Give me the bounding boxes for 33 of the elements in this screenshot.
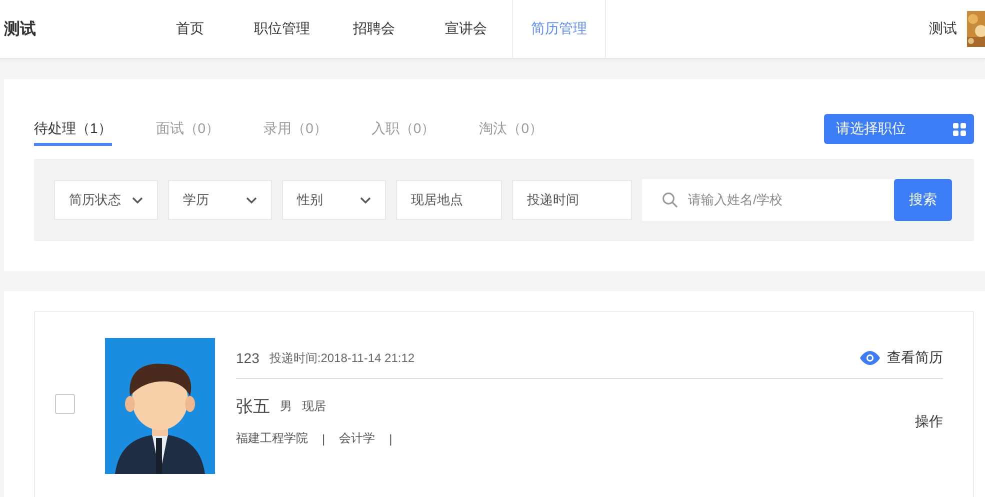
filter-field[interactable]: 现居地点 <box>396 180 502 220</box>
filter-dropdown[interactable]: 学历 <box>168 180 272 220</box>
chevron-down-icon <box>132 196 143 204</box>
chevron-down-icon <box>246 196 257 204</box>
user-name: 测试 <box>929 20 957 38</box>
tab[interactable]: 待处理（1） <box>34 112 112 146</box>
search-button[interactable]: 搜索 <box>894 179 952 221</box>
separator: | <box>322 432 326 446</box>
eye-icon <box>859 351 881 365</box>
chevron-down-icon <box>360 196 371 204</box>
filter-dropdown[interactable]: 性别 <box>282 180 386 220</box>
grid-icon <box>953 122 966 136</box>
checkbox[interactable] <box>55 394 75 414</box>
education-detail: 会计学 <box>339 430 376 447</box>
nav-item[interactable]: 职位管理 <box>236 0 328 58</box>
logo: 测试 <box>3 20 37 40</box>
candidate-name: 张五 <box>236 396 270 418</box>
gender: 男 <box>280 398 292 415</box>
nav-item[interactable]: 招聘会 <box>328 0 420 58</box>
search-field[interactable]: 请输入姓名/学校 <box>642 179 894 221</box>
nav-item[interactable]: 首页 <box>144 0 236 58</box>
education-detail: 福建工程学院 <box>236 430 308 447</box>
search-icon <box>662 192 678 208</box>
residence: 现居 <box>302 398 326 415</box>
submit-time: 投递时间:2018-11-14 21:12 <box>269 350 415 366</box>
resume-id: 123 <box>236 350 260 366</box>
nav-item[interactable]: 宣讲会 <box>420 0 512 58</box>
view-resume-link[interactable]: 查看简历 <box>859 349 943 367</box>
action-link[interactable]: 操作 <box>915 412 943 430</box>
select-position-button[interactable]: 请选择职位 <box>824 114 974 144</box>
filter-field[interactable]: 投递时间 <box>512 180 632 220</box>
filter-dropdown[interactable]: 简历状态 <box>54 180 158 220</box>
separator: | <box>389 432 392 446</box>
